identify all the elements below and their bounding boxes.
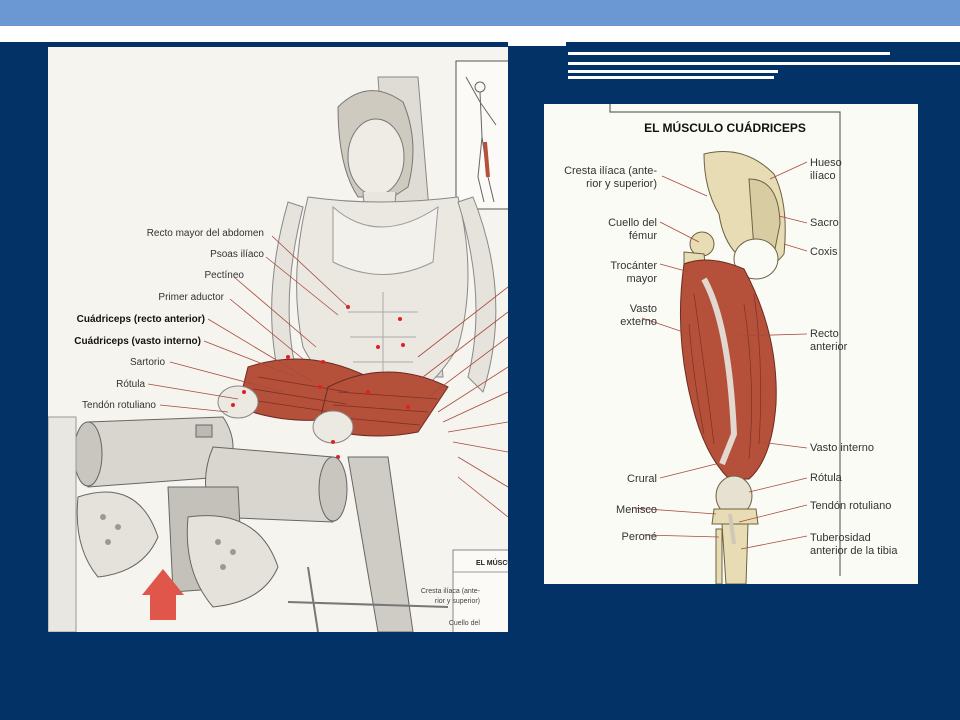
header-white-notch	[508, 42, 566, 46]
label-cuello-1: Cuello del	[608, 217, 657, 229]
label-sartorio: Sartorio	[130, 357, 165, 368]
label-recto-mayor: Recto mayor del abdomen	[147, 228, 264, 239]
label-pectineo: Pectíneo	[205, 270, 245, 281]
label-hueso-2: ilíaco	[810, 170, 836, 182]
leg-extension-illustration: Recto mayor del abdomen Psoas ilíaco Pec…	[48, 47, 508, 632]
inset-preview-label-2: rior y superior)	[435, 598, 480, 605]
roller-knob	[195, 424, 213, 438]
label-trocanter-1: Trocánter	[610, 260, 657, 272]
label-cresta-1: Cresta ilíaca (ante-	[564, 165, 657, 177]
roller-end-back	[73, 421, 103, 487]
left-edge-strip	[48, 416, 77, 632]
label-tendon-rotuliano: Tendón rotuliano	[82, 400, 156, 411]
label-rotula: Rótula	[810, 472, 843, 484]
label-primer-aductor: Primer aductor	[158, 292, 224, 303]
quadriceps-drawing: EL MÚSCULO CUÁDRICEPS Cresta ilíaca (ant…	[564, 104, 898, 584]
tibia	[721, 523, 749, 584]
femur-head	[689, 231, 715, 257]
decorative-line-4	[568, 76, 774, 79]
label-hueso-1: Hueso	[810, 157, 842, 169]
label-vasto-interno: Vasto interno	[810, 442, 874, 454]
label-psoas-iliaco: Psoas ilíaco	[210, 249, 264, 260]
label-recto-1: Recto	[810, 328, 839, 340]
roller-end-front	[318, 456, 348, 522]
leg-extension-drawing: Recto mayor del abdomen Psoas ilíaco Pec…	[48, 60, 508, 632]
label-tuberosidad-2: anterior de la tibia	[810, 545, 898, 557]
label-cuadriceps-vasto: Cuádriceps (vasto interno)	[74, 336, 201, 347]
label-vasto-externo-2: externo	[620, 316, 657, 328]
head	[347, 118, 405, 196]
decorative-line-2	[568, 62, 960, 65]
right-shoe	[76, 491, 159, 578]
inset-preview-title: EL MÚSCU	[476, 558, 508, 567]
label-cresta-2: rior y superior)	[586, 178, 657, 190]
label-sacro: Sacro	[810, 217, 839, 229]
muscle-labels: Recto mayor del abdomen Psoas ilíaco Pec…	[74, 228, 264, 411]
top-accent-bar	[0, 0, 960, 26]
decorative-line-1	[568, 52, 890, 55]
label-recto-2: anterior	[810, 341, 848, 353]
label-cuello-2: fémur	[629, 230, 657, 242]
machine-bars	[287, 566, 449, 632]
label-rotula: Rótula	[116, 379, 145, 390]
inset-preview-label-3: Cuello del	[449, 620, 481, 627]
label-cuadriceps-recto: Cuádriceps (recto anterior)	[77, 314, 205, 325]
label-trocanter-2: mayor	[626, 273, 657, 285]
right-knee	[217, 385, 259, 419]
diagram-left-labels: Cresta ilíaca (ante- rior y superior) Cu…	[564, 165, 657, 543]
label-vasto-externo-1: Vasto	[630, 303, 657, 315]
tibial-plateau	[711, 508, 759, 525]
quadriceps-diagram: EL MÚSCULO CUÁDRICEPS Cresta ilíaca (ant…	[544, 104, 918, 584]
label-menisco: Menisco	[616, 504, 657, 516]
decorative-line-3	[568, 70, 778, 73]
diagram-title: EL MÚSCULO CUÁDRICEPS	[644, 120, 806, 135]
header-white-band	[0, 26, 960, 42]
diagram-right-labels: Hueso ilíaco Sacro Coxis Recto anterior …	[810, 157, 898, 557]
left-knee	[312, 410, 354, 444]
left-shoe	[186, 515, 279, 608]
label-tendon: Tendón rotuliano	[810, 500, 891, 512]
label-crural: Crural	[627, 473, 657, 485]
label-coxis: Coxis	[810, 246, 838, 258]
label-tuberosidad-1: Tuberosidad	[810, 532, 871, 544]
label-perone: Peroné	[622, 531, 657, 543]
inset-preview-label-1: Cresta ilíaca (ante-	[421, 588, 481, 595]
